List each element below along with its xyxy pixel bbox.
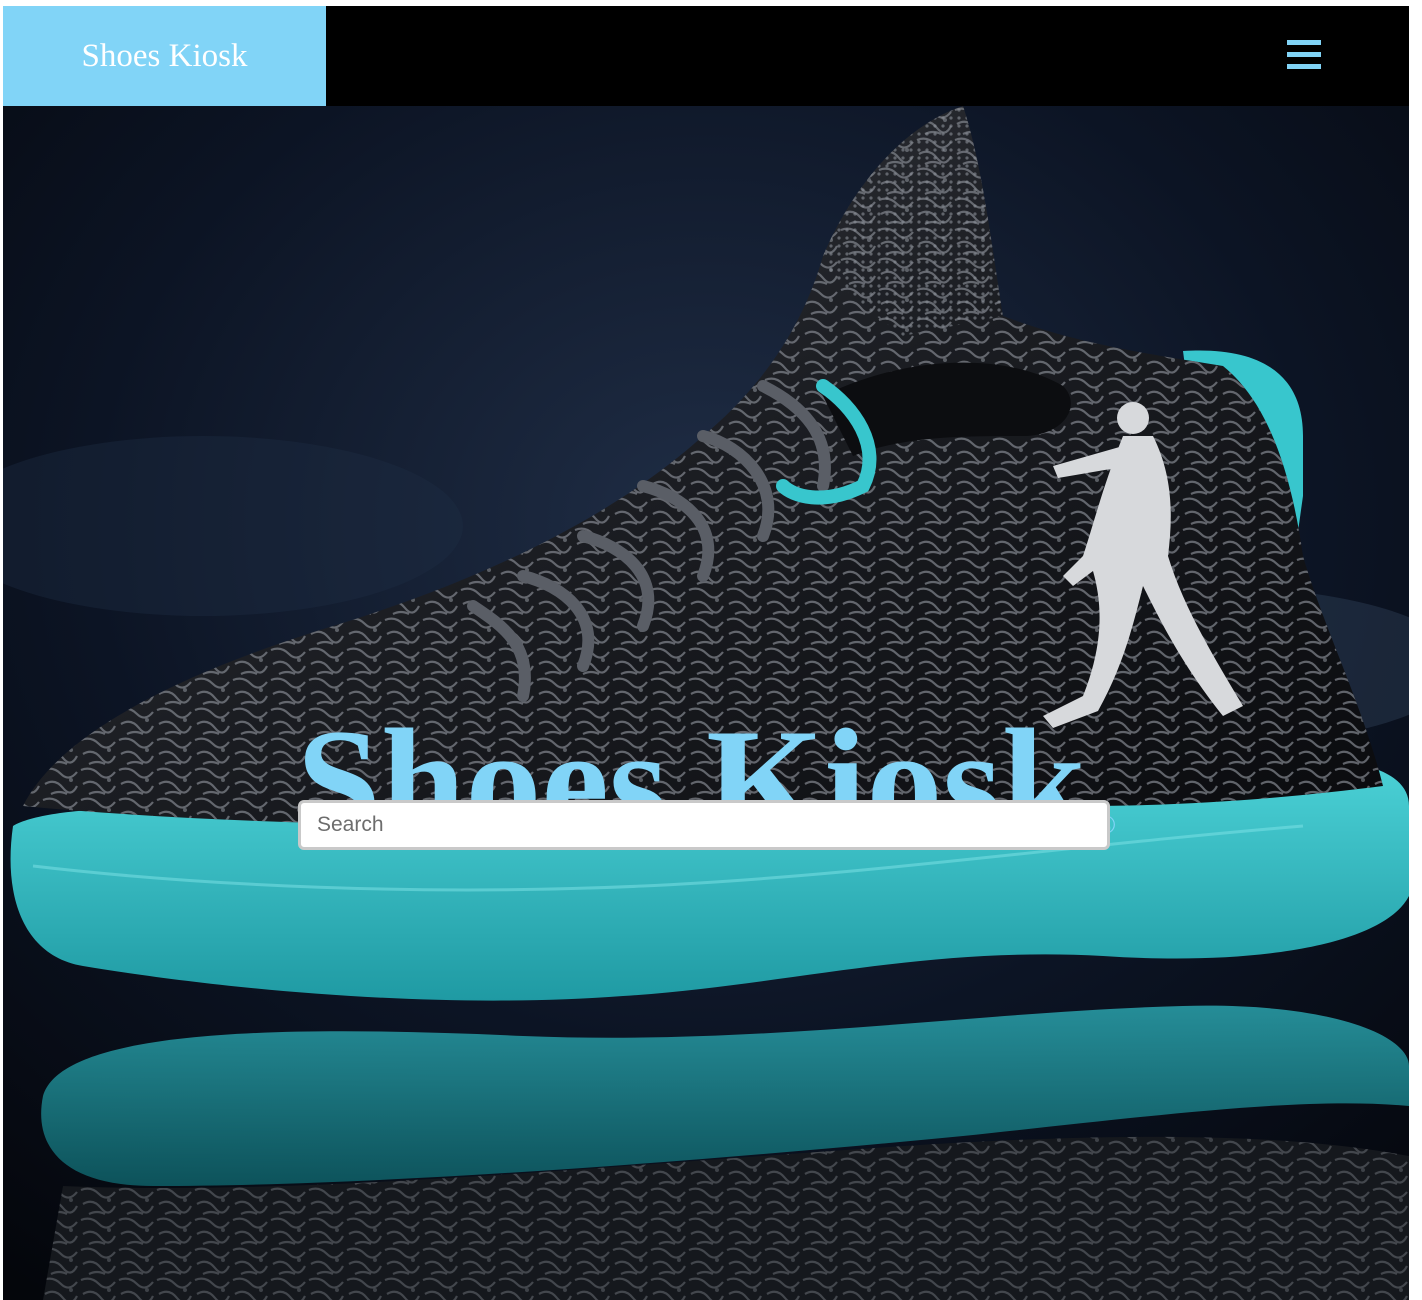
search-input[interactable] [298, 800, 1110, 850]
hamburger-menu-icon[interactable] [1287, 40, 1321, 70]
page-frame: Shoes Kiosk Shoes Kiosk Search [3, 6, 1409, 1300]
top-navbar: Shoes Kiosk [3, 6, 1409, 106]
brand-logo-link[interactable]: Shoes Kiosk [3, 6, 326, 106]
hero-section: Shoes Kiosk© [3, 106, 1409, 1300]
